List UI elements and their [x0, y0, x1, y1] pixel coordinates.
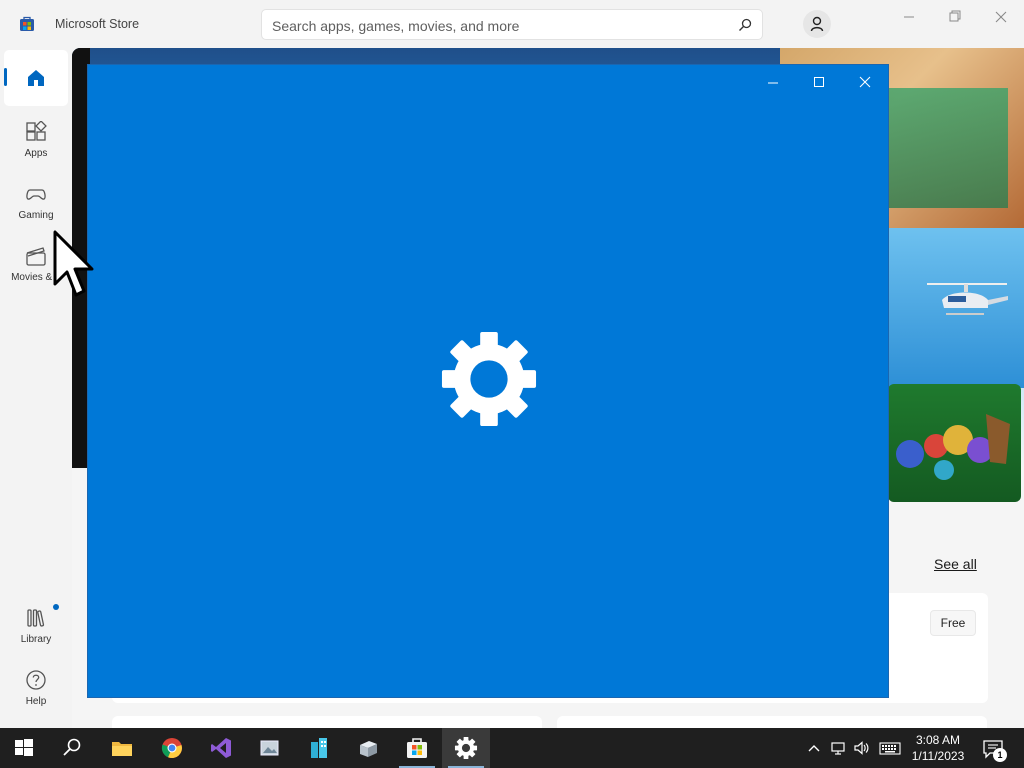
mouse-cursor-icon — [53, 230, 94, 297]
home-icon — [28, 70, 44, 86]
active-indicator — [4, 68, 7, 86]
notification-count-badge: 1 — [993, 748, 1007, 762]
taskbar-store[interactable] — [393, 728, 441, 768]
taskbar-visual-studio[interactable] — [197, 728, 245, 768]
characters-art — [896, 414, 1010, 480]
account-avatar[interactable] — [803, 10, 831, 38]
restore-icon[interactable] — [940, 8, 970, 26]
show-hidden-icons-chevron-icon[interactable] — [806, 740, 822, 756]
library-update-badge — [53, 604, 59, 610]
hero-character-art — [888, 88, 1008, 208]
taskbar-photos[interactable] — [246, 728, 294, 768]
see-all-link[interactable]: See all — [934, 556, 977, 572]
movies-icon — [26, 247, 46, 266]
search-input[interactable]: Search apps, games, movies, and more — [272, 18, 519, 34]
chrome-icon — [161, 738, 182, 759]
free-price-button[interactable]: Free — [930, 610, 976, 636]
product-card-left[interactable] — [112, 716, 542, 728]
network-icon[interactable] — [830, 740, 846, 756]
taskbar-buildings-app[interactable] — [295, 728, 343, 768]
splash-minimize-icon[interactable] — [766, 75, 780, 89]
search-box[interactable]: Search apps, games, movies, and more — [261, 9, 763, 40]
gear-icon — [441, 331, 537, 427]
person-icon — [810, 16, 824, 32]
search-icon — [63, 738, 81, 756]
product-card-right[interactable] — [557, 716, 987, 728]
nav-item-help[interactable]: Help — [4, 660, 68, 716]
help-icon — [26, 670, 46, 690]
store-icon — [407, 738, 427, 758]
helicopter-image — [927, 283, 1008, 315]
start-button[interactable] — [0, 728, 48, 768]
nav-item-apps[interactable]: Apps — [4, 112, 68, 168]
settings-splash-window — [87, 64, 889, 698]
file-explorer-icon — [112, 742, 132, 756]
visual-studio-icon — [211, 738, 231, 758]
nav-item-home[interactable] — [4, 50, 68, 106]
library-icon — [27, 609, 45, 627]
search-icon[interactable] — [738, 18, 752, 32]
nav-label-library: Library — [20, 634, 52, 645]
splash-close-icon[interactable] — [858, 75, 872, 89]
keyboard-icon[interactable] — [879, 740, 901, 756]
taskbar-clock[interactable]: 3:08 AM 1/11/2023 — [908, 732, 968, 764]
apps-icon — [26, 121, 47, 141]
taskbar-search-button[interactable] — [48, 728, 96, 768]
nav-label-gaming: Gaming — [18, 210, 54, 221]
package-icon — [360, 741, 377, 757]
store-logo-icon — [20, 16, 34, 31]
gaming-icon — [26, 189, 46, 200]
store-nav-rail: Apps Gaming Movies & T Library Help — [0, 48, 72, 728]
clock-time: 3:08 AM — [915, 733, 961, 747]
buildings-icon — [311, 738, 327, 758]
taskbar-file-explorer[interactable] — [98, 728, 146, 768]
nav-label-apps: Apps — [24, 148, 48, 159]
nav-label-help: Help — [25, 696, 47, 707]
volume-icon[interactable] — [853, 740, 869, 756]
nav-item-gaming[interactable]: Gaming — [4, 174, 68, 230]
clock-date: 1/11/2023 — [911, 749, 965, 763]
splash-maximize-icon[interactable] — [812, 75, 826, 89]
taskbar-package-app[interactable] — [344, 728, 392, 768]
minimize-icon[interactable] — [894, 8, 924, 26]
store-titlebar: Microsoft Store Search apps, games, movi… — [0, 0, 1024, 48]
close-icon[interactable] — [986, 8, 1016, 26]
taskbar: 3:08 AM 1/11/2023 1 — [0, 728, 1024, 768]
taskbar-chrome[interactable] — [148, 728, 196, 768]
app-title: Microsoft Store — [55, 17, 140, 31]
game-card-image[interactable] — [888, 384, 1021, 502]
windows-logo-icon — [15, 739, 33, 756]
settings-icon — [454, 736, 478, 760]
taskbar-settings[interactable] — [442, 728, 490, 768]
photos-icon — [260, 740, 279, 756]
